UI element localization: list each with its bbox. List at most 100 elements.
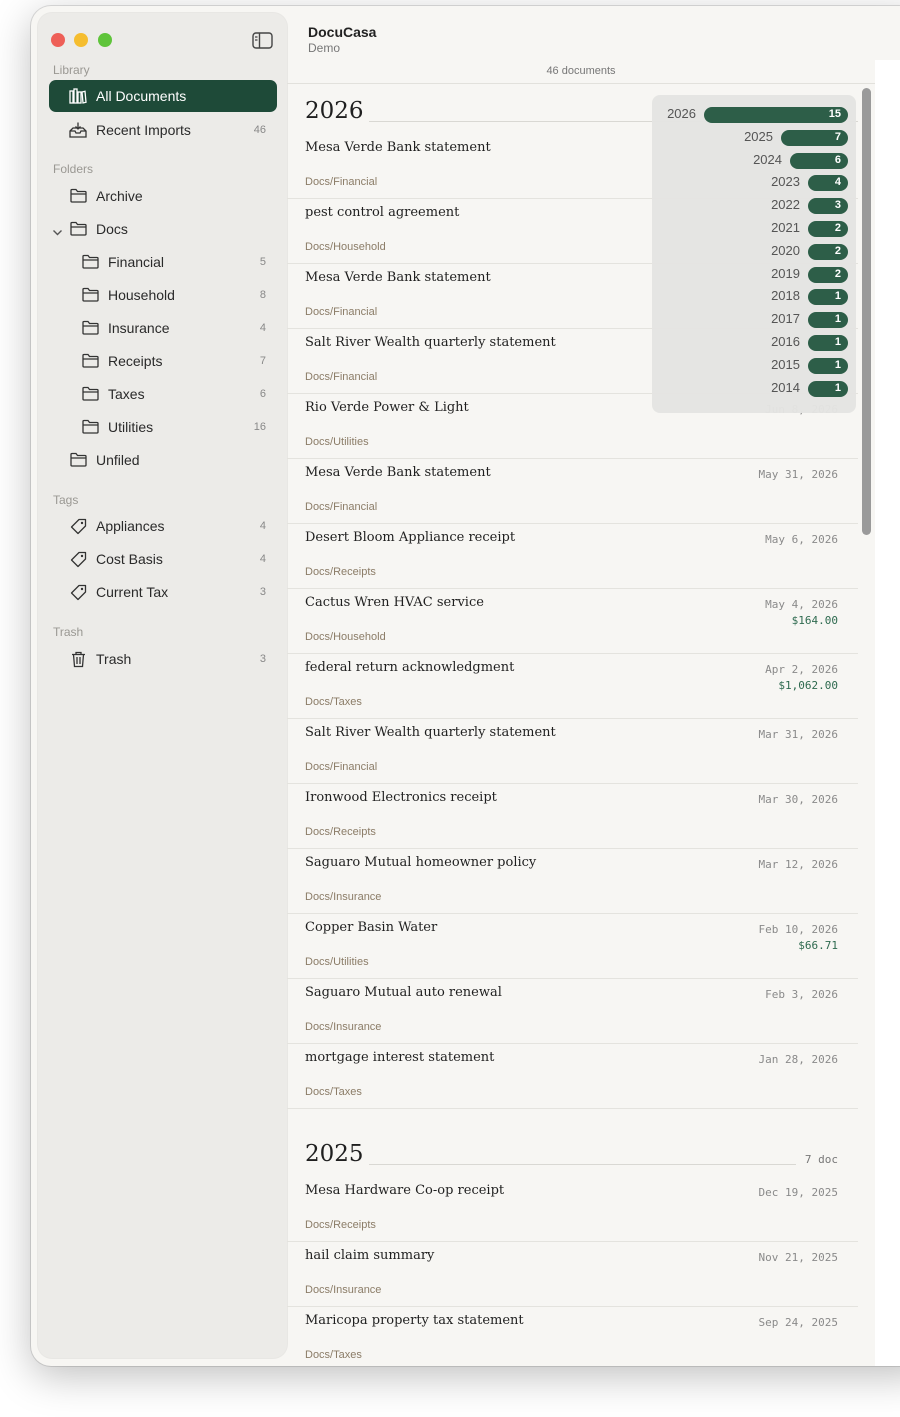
histogram-row-2015[interactable]: 1 2015 xyxy=(652,354,856,376)
sidebar-item-taxes[interactable]: Taxes 6 xyxy=(49,378,277,410)
sidebar-item-trash[interactable]: Trash 3 xyxy=(49,643,277,675)
item-count: 46 xyxy=(253,124,266,136)
document-amount: $164.00 xyxy=(791,614,838,627)
sidebar-item-all-documents[interactable]: All Documents xyxy=(49,80,277,112)
sidebar-item-household[interactable]: Household 8 xyxy=(49,279,277,311)
sidebar-toggle-icon[interactable] xyxy=(252,32,273,54)
sidebar-item-label: Financial xyxy=(108,254,165,270)
histogram-count: 2 xyxy=(834,244,841,257)
document-title: federal return acknowledgment xyxy=(305,660,515,675)
histogram-count: 7 xyxy=(834,130,841,143)
sidebar-item-docs[interactable]: Docs xyxy=(49,213,277,245)
document-folder-path: Docs/Taxes xyxy=(305,1349,362,1361)
histogram-count: 3 xyxy=(834,199,841,212)
document-row[interactable]: Cactus Wren HVAC service Docs/Household Ma… xyxy=(287,589,858,654)
document-amount: $66.71 xyxy=(798,939,838,952)
sidebar-item-tag-cost-basis[interactable]: Cost Basis 4 xyxy=(49,543,277,575)
histogram-row-2022[interactable]: 3 2022 xyxy=(652,194,856,216)
sidebar-item-utilities[interactable]: Utilities 16 xyxy=(49,411,277,443)
histogram-year: 2024 xyxy=(753,151,782,167)
histogram-row-2025[interactable]: 7 2025 xyxy=(652,126,856,148)
document-date: May 6, 2026 xyxy=(765,533,838,546)
document-date: Jan 28, 2026 xyxy=(758,1053,838,1066)
sidebar-item-label: Docs xyxy=(96,221,128,237)
histogram-row-2021[interactable]: 2 2021 xyxy=(652,217,856,239)
minimize-window-button[interactable] xyxy=(74,33,88,47)
document-folder-path: Docs/Utilities xyxy=(305,436,369,448)
histogram-bar: 2 xyxy=(808,266,848,283)
sidebar-item-unfiled[interactable]: Unfiled xyxy=(49,444,277,476)
document-row[interactable]: mortgage interest statement Docs/Taxes Jan… xyxy=(287,1044,858,1109)
folder-icon xyxy=(82,254,99,271)
document-title: hail claim summary xyxy=(305,1248,435,1263)
document-title: Mesa Verde Bank statement xyxy=(305,140,491,155)
histogram-row-2026[interactable]: 15 2026 xyxy=(652,103,856,125)
item-count: 16 xyxy=(253,421,266,433)
sidebar-item-label: Cost Basis xyxy=(96,551,163,567)
histogram-row-2018[interactable]: 1 2018 xyxy=(652,285,856,307)
document-row[interactable]: Saguaro Mutual auto renewal Docs/Insuranc… xyxy=(287,979,858,1044)
sidebar-item-receipts[interactable]: Receipts 7 xyxy=(49,345,277,377)
scrollbar-thumb[interactable] xyxy=(862,88,871,535)
sidebar-item-tag-current-tax[interactable]: Current Tax 3 xyxy=(49,576,277,608)
chevron-down-icon[interactable] xyxy=(52,224,63,242)
scrollbar[interactable] xyxy=(859,84,873,1364)
sidebar-item-label: Insurance xyxy=(108,320,170,336)
tag-icon xyxy=(70,518,87,535)
histogram-bar: 7 xyxy=(781,129,848,146)
document-folder-path: Docs/Financial xyxy=(305,501,378,513)
histogram-row-2017[interactable]: 1 2017 xyxy=(652,308,856,330)
histogram-row-2016[interactable]: 1 2016 xyxy=(652,331,856,353)
document-count: 46 documents xyxy=(546,65,616,77)
document-row[interactable]: Mesa Verde Bank statement Docs/Financial M… xyxy=(287,459,858,524)
sidebar-item-label: Recent Imports xyxy=(96,122,191,138)
histogram-row-2020[interactable]: 2 2020 xyxy=(652,240,856,262)
item-count: 5 xyxy=(259,256,266,268)
item-count: 6 xyxy=(259,388,266,400)
document-row[interactable]: Maricopa property tax statement Docs/Taxe… xyxy=(287,1307,858,1366)
document-folder-path: Docs/Financial xyxy=(305,371,378,383)
document-row[interactable]: Saguaro Mutual homeowner policy Docs/Insu… xyxy=(287,849,858,914)
sidebar-item-archive[interactable]: Archive xyxy=(49,180,277,212)
document-folder-path: Docs/Utilities xyxy=(305,956,369,968)
right-gutter xyxy=(875,60,900,1366)
document-title: Saguaro Mutual auto renewal xyxy=(305,985,502,1000)
document-title: Mesa Hardware Co-op receipt xyxy=(305,1183,505,1198)
sidebar-item-recent-imports[interactable]: Recent Imports 46 xyxy=(49,114,277,146)
histogram-count: 1 xyxy=(834,358,841,371)
document-date: Sep 24, 2025 xyxy=(758,1316,838,1329)
document-row[interactable]: Ironwood Electronics receipt Docs/Receipt… xyxy=(287,784,858,849)
close-window-button[interactable] xyxy=(51,33,65,47)
year-group-header: 2025 7 doc xyxy=(287,1127,858,1177)
folder-icon xyxy=(82,419,99,436)
document-row[interactable]: hail claim summary Docs/Insurance Nov 21, … xyxy=(287,1242,858,1307)
year-title: 2025 xyxy=(305,1141,364,1167)
document-folder-path: Docs/Receipts xyxy=(305,826,376,838)
histogram-count: 2 xyxy=(834,267,841,280)
item-count: 4 xyxy=(259,322,266,334)
folders-heading: Folders xyxy=(53,162,94,176)
histogram-row-2024[interactable]: 6 2024 xyxy=(652,149,856,171)
document-row[interactable]: Salt River Wealth quarterly statement Doc… xyxy=(287,719,858,784)
histogram-count: 2 xyxy=(834,222,841,234)
document-date: May 31, 2026 xyxy=(758,468,838,481)
histogram-row-2023[interactable]: 4 2023 xyxy=(652,171,856,193)
document-row[interactable]: federal return acknowledgment Docs/Taxes A… xyxy=(287,654,858,719)
year-title: 2026 xyxy=(305,98,364,124)
folder-icon xyxy=(82,353,99,370)
document-row[interactable]: Desert Bloom Appliance receipt Docs/Recei… xyxy=(287,524,858,589)
histogram-year: 2022 xyxy=(771,197,800,213)
item-count: 8 xyxy=(259,289,266,301)
sidebar-item-financial[interactable]: Financial 5 xyxy=(49,246,277,278)
histogram-row-2014[interactable]: 1 2014 xyxy=(652,377,856,399)
books-icon xyxy=(69,88,87,105)
document-date: Nov 21, 2025 xyxy=(758,1251,838,1264)
sidebar-item-label: Appliances xyxy=(96,518,165,534)
sidebar-item-tag-appliances[interactable]: Appliances 4 xyxy=(49,510,277,542)
zoom-window-button[interactable] xyxy=(98,33,112,47)
document-row[interactable]: Copper Basin Water Docs/Utilities Feb 10, … xyxy=(287,914,858,979)
histogram-row-2019[interactable]: 2 2019 xyxy=(652,263,856,285)
document-row[interactable]: Mesa Hardware Co-op receipt Docs/Receipts… xyxy=(287,1177,858,1242)
document-date: Mar 12, 2026 xyxy=(758,858,838,871)
sidebar-item-insurance[interactable]: Insurance 4 xyxy=(49,312,277,344)
